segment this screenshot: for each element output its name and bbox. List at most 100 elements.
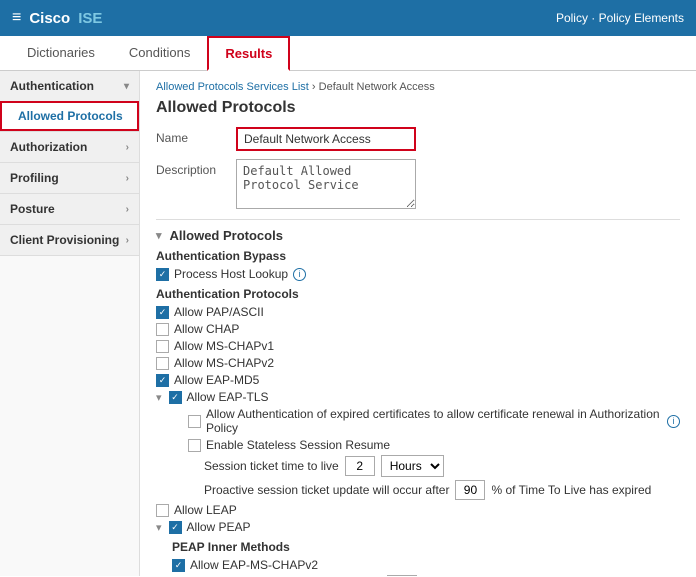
top-bar: ≡ Cisco ISE Policy · Policy Elements bbox=[0, 0, 696, 36]
pap-ascii-label: Allow PAP/ASCII bbox=[174, 305, 264, 319]
sidebar-header-posture[interactable]: Posture › bbox=[0, 194, 139, 224]
eap-tls-label: Allow EAP-TLS bbox=[187, 390, 269, 404]
content-area: Allowed Protocols Services List › Defaul… bbox=[140, 71, 696, 576]
chevron-right-icon: › bbox=[126, 142, 129, 153]
desc-label: Description bbox=[156, 159, 236, 177]
desc-textarea[interactable]: Default Allowed Protocol Service bbox=[236, 159, 416, 209]
eap-md5-row: Allow EAP-MD5 bbox=[156, 373, 680, 387]
expired-cert-info-icon[interactable]: i bbox=[667, 415, 680, 428]
breadcrumb-separator: › bbox=[312, 81, 319, 93]
name-input[interactable] bbox=[236, 127, 416, 151]
leap-label: Allow LEAP bbox=[174, 503, 237, 517]
breadcrumb-link[interactable]: Allowed Protocols Services List bbox=[156, 81, 309, 93]
tab-dictionaries[interactable]: Dictionaries bbox=[10, 36, 112, 71]
cisco-logo-text: Cisco bbox=[29, 10, 70, 27]
pap-ascii-checkbox[interactable] bbox=[156, 306, 169, 319]
sidebar-header-authentication[interactable]: Authentication ▾ bbox=[0, 71, 139, 101]
peap-label: Allow PEAP bbox=[187, 520, 251, 534]
sidebar-header-auth-label: Authentication bbox=[10, 79, 94, 93]
eap-ms-chapv2-checkbox[interactable] bbox=[172, 559, 185, 572]
stateless-session-row: Enable Stateless Session Resume bbox=[188, 438, 680, 452]
proactive-suffix: % of Time To Live has expired bbox=[491, 483, 651, 497]
breadcrumb: Allowed Protocols Services List › Defaul… bbox=[156, 81, 680, 93]
peap-checkbox[interactable] bbox=[169, 521, 182, 534]
eap-md5-label: Allow EAP-MD5 bbox=[174, 373, 259, 387]
eap-tls-expired-cert-label: Allow Authentication of expired certific… bbox=[206, 407, 662, 435]
process-host-lookup-checkbox[interactable] bbox=[156, 268, 169, 281]
peap-inner-title: PEAP Inner Methods bbox=[172, 540, 680, 554]
allowed-protocols-title: Allowed Protocols bbox=[170, 228, 283, 243]
session-ticket-row: Session ticket time to live Hours bbox=[204, 455, 680, 477]
proactive-row: Proactive session ticket update will occ… bbox=[204, 480, 680, 500]
ms-chapv1-checkbox[interactable] bbox=[156, 340, 169, 353]
eap-ms-chapv2-label: Allow EAP-MS-CHAPv2 bbox=[190, 558, 318, 572]
chap-label: Allow CHAP bbox=[174, 322, 239, 336]
proactive-input[interactable] bbox=[455, 480, 485, 500]
name-field-row: Name bbox=[156, 127, 680, 151]
chap-row: Allow CHAP bbox=[156, 322, 680, 336]
eap-tls-row: ▾ Allow EAP-TLS bbox=[156, 390, 680, 404]
sidebar-header-profiling[interactable]: Profiling › bbox=[0, 163, 139, 193]
chevron-right-icon-3: › bbox=[126, 204, 129, 215]
eap-tls-collapse-icon[interactable]: ▾ bbox=[156, 391, 162, 404]
ms-chapv1-label: Allow MS-CHAPv1 bbox=[174, 339, 274, 353]
eap-tls-expired-cert-checkbox[interactable] bbox=[188, 415, 201, 428]
eap-tls-checkbox[interactable] bbox=[169, 391, 182, 404]
tab-bar: Dictionaries Conditions Results bbox=[0, 36, 696, 71]
page-title: Allowed Protocols bbox=[156, 99, 680, 117]
peap-collapse-icon[interactable]: ▾ bbox=[156, 521, 162, 534]
main-layout: Authentication ▾ Allowed Protocols Autho… bbox=[0, 71, 696, 576]
tab-results[interactable]: Results bbox=[207, 36, 290, 71]
page-location: Policy · Policy Elements bbox=[556, 11, 684, 25]
allowed-protocols-section: ▾ Allowed Protocols bbox=[156, 219, 680, 243]
eap-md5-checkbox[interactable] bbox=[156, 374, 169, 387]
ms-chapv1-row: Allow MS-CHAPv1 bbox=[156, 339, 680, 353]
process-host-info-icon[interactable]: i bbox=[293, 268, 306, 281]
pap-ascii-row: Allow PAP/ASCII bbox=[156, 305, 680, 319]
pw-change-row-1: Allow Password Change Retries (Valid Ran… bbox=[188, 575, 680, 576]
sidebar-header-client-label: Client Provisioning bbox=[10, 233, 119, 247]
sidebar-header-profiling-label: Profiling bbox=[10, 171, 59, 185]
ms-chapv2-row: Allow MS-CHAPv2 bbox=[156, 356, 680, 370]
session-ticket-input[interactable] bbox=[345, 456, 375, 476]
leap-row: Allow LEAP bbox=[156, 503, 680, 517]
chevron-right-icon-2: › bbox=[126, 173, 129, 184]
sidebar: Authentication ▾ Allowed Protocols Autho… bbox=[0, 71, 140, 576]
retries-input-1[interactable] bbox=[387, 575, 417, 576]
sidebar-header-client-prov[interactable]: Client Provisioning › bbox=[0, 225, 139, 255]
process-host-lookup-row: Process Host Lookup i bbox=[156, 267, 680, 281]
ms-chapv2-label: Allow MS-CHAPv2 bbox=[174, 356, 274, 370]
sidebar-section-posture: Posture › bbox=[0, 194, 139, 225]
collapse-icon[interactable]: ▾ bbox=[156, 229, 162, 242]
stateless-session-checkbox[interactable] bbox=[188, 439, 201, 452]
chevron-right-icon-4: › bbox=[126, 235, 129, 246]
chevron-down-icon: ▾ bbox=[124, 81, 129, 92]
menu-icon[interactable]: ≡ bbox=[12, 9, 21, 27]
process-host-lookup-label: Process Host Lookup bbox=[174, 267, 288, 281]
session-ticket-unit-select[interactable]: Hours bbox=[381, 455, 444, 477]
proactive-prefix: Proactive session ticket update will occ… bbox=[204, 483, 449, 497]
auth-protocols-title: Authentication Protocols bbox=[156, 287, 680, 301]
app-name-text: ISE bbox=[78, 10, 102, 27]
chap-checkbox[interactable] bbox=[156, 323, 169, 336]
sidebar-item-allowed-protocols[interactable]: Allowed Protocols bbox=[0, 101, 139, 131]
peap-row: ▾ Allow PEAP bbox=[156, 520, 680, 534]
eap-ms-chapv2-row: Allow EAP-MS-CHAPv2 bbox=[172, 558, 680, 572]
session-ticket-label: Session ticket time to live bbox=[204, 459, 339, 473]
leap-checkbox[interactable] bbox=[156, 504, 169, 517]
tab-conditions[interactable]: Conditions bbox=[112, 36, 207, 71]
sidebar-section-authorization: Authorization › bbox=[0, 132, 139, 163]
sidebar-section-client-provisioning: Client Provisioning › bbox=[0, 225, 139, 256]
sidebar-header-authz-label: Authorization bbox=[10, 140, 87, 154]
stateless-session-label: Enable Stateless Session Resume bbox=[206, 438, 390, 452]
sidebar-header-authorization[interactable]: Authorization › bbox=[0, 132, 139, 162]
auth-bypass-title: Authentication Bypass bbox=[156, 249, 680, 263]
sidebar-header-posture-label: Posture bbox=[10, 202, 55, 216]
ms-chapv2-checkbox[interactable] bbox=[156, 357, 169, 370]
app-logo: ≡ Cisco ISE bbox=[12, 9, 102, 27]
breadcrumb-current: Default Network Access bbox=[319, 81, 435, 93]
sidebar-section-authentication: Authentication ▾ Allowed Protocols bbox=[0, 71, 139, 132]
desc-field-row: Description Default Allowed Protocol Ser… bbox=[156, 159, 680, 209]
name-label: Name bbox=[156, 127, 236, 145]
eap-tls-expired-cert-row: Allow Authentication of expired certific… bbox=[188, 407, 680, 435]
